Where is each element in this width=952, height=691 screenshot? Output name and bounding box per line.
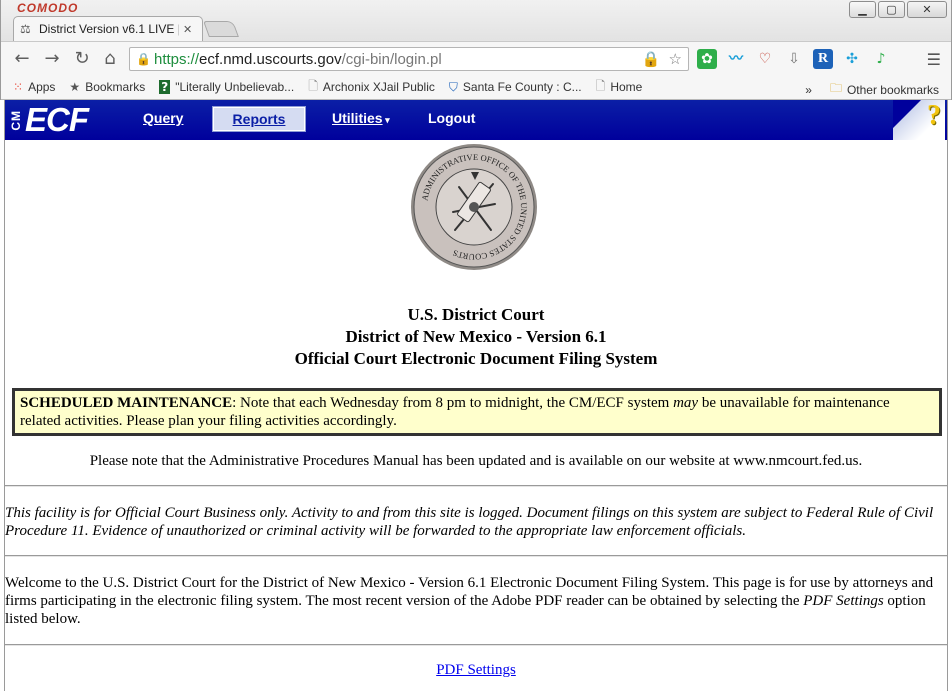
extension-wave-icon[interactable]: 〰 — [726, 49, 746, 69]
cm-ecf-logo: CM ECF — [9, 101, 89, 138]
minimize-button[interactable]: ▁ — [849, 1, 876, 18]
system-title: Official Court Electronic Document Filin… — [294, 349, 658, 368]
url-text: https://ecf.nmd.uscourts.gov/cgi-bin/log… — [154, 50, 442, 68]
reload-icon[interactable]: ↻ — [71, 48, 93, 70]
procedures-notice: Please note that the Administrative Proc… — [89, 453, 863, 469]
divider — [5, 555, 947, 557]
browser-tab-active[interactable]: ⚖ District Version v6.1 LIVE | ✕ — [13, 16, 203, 41]
title-bar: COMODO ▁ ▢ ✕ ⚖ District Version v6.1 LIV… — [1, 0, 951, 41]
window-controls: ▁ ▢ ✕ — [849, 1, 947, 18]
nav-reports[interactable]: Reports — [212, 106, 306, 132]
other-bookmarks[interactable]: 🗀 Other bookmarks — [830, 79, 939, 100]
bookmark-home[interactable]: 🗋 Home — [596, 77, 643, 98]
address-bar[interactable]: 🔒 https://ecf.nmd.uscourts.gov/cgi-bin/l… — [129, 47, 689, 71]
lock-icon: 🔒 — [136, 52, 151, 66]
divider — [5, 485, 947, 487]
download-extension-icon[interactable]: ⇩ — [784, 49, 804, 69]
ecf-header: CM ECF Query Reports Utilities ▾ Logout … — [5, 100, 947, 140]
court-name: U.S. District Court — [407, 305, 545, 324]
bookmark-santa-fe[interactable]: ⛉ Santa Fe County : C... — [449, 80, 582, 95]
apps-icon: ⁙ — [13, 80, 24, 94]
pdf-settings-row: PDF Settings — [5, 662, 947, 679]
extension-badge-icon[interactable]: ♪ — [871, 49, 891, 69]
bookmarks-overflow[interactable]: » — [805, 83, 812, 97]
close-tab-icon[interactable]: ✕ — [183, 23, 192, 36]
browser-menu-icon[interactable]: ☰ — [927, 50, 941, 69]
maintenance-heading: SCHEDULED MAINTENANCE — [20, 395, 233, 411]
bookmarks-bar: ⁙ Apps ★ Bookmarks ? "Literally Unbelievab.… — [1, 75, 951, 100]
court-seal: ADMINISTRATIVE OFFICE OF THE UNITED STAT… — [411, 144, 537, 270]
maintenance-notice: SCHEDULED MAINTENANCE: Note that each We… — [12, 388, 942, 436]
forward-icon[interactable]: → — [41, 48, 63, 70]
site-lock-icon[interactable]: 🔒 — [642, 50, 661, 68]
browser-chrome: COMODO ▁ ▢ ✕ ⚖ District Version v6.1 LIV… — [0, 0, 952, 100]
court-district: District of New Mexico - Version 6.1 — [345, 327, 607, 346]
page-icon: 🗋 — [595, 78, 606, 93]
tab-title: District Version v6.1 LIVE | — [39, 22, 179, 36]
close-window-button[interactable]: ✕ — [907, 1, 947, 18]
maximize-button[interactable]: ▢ — [878, 1, 905, 18]
home-icon[interactable]: ⌂ — [99, 48, 121, 70]
new-tab-button[interactable] — [203, 21, 239, 37]
pdf-settings-link[interactable]: PDF Settings — [436, 662, 516, 678]
extension-icons: ✿ 〰 ♡ ⇩ R ✣ ♪ — [697, 49, 891, 69]
extension-network-icon[interactable]: ✣ — [842, 49, 862, 69]
bookmark-apps[interactable]: ⁙ Apps — [13, 80, 55, 94]
bookmark-bookmarks[interactable]: ★ Bookmarks — [69, 80, 145, 94]
browser-brand: COMODO — [17, 1, 79, 15]
divider — [5, 644, 947, 646]
back-icon[interactable]: ← — [11, 48, 33, 70]
bookmark-star-icon[interactable]: ☆ — [669, 50, 682, 68]
scales-icon: ⚖ — [20, 22, 31, 36]
usage-disclaimer: This facility is for Official Court Busi… — [5, 505, 934, 539]
page-content: CM ECF Query Reports Utilities ▾ Logout … — [4, 100, 948, 691]
welcome-text: Welcome to the U.S. District Court for t… — [5, 575, 934, 627]
star-icon: ★ — [69, 80, 81, 94]
folder-icon: 🗀 — [829, 81, 842, 95]
omnibox-actions: 🔒 ☆ — [642, 50, 682, 68]
extension-heart-icon[interactable]: ♡ — [755, 49, 775, 69]
page-icon: 🗋 — [308, 78, 318, 93]
question-icon: ? — [159, 80, 171, 94]
browser-toolbar: ← → ↻ ⌂ 🔒 https://ecf.nmd.uscourts.gov/c… — [1, 41, 951, 75]
extension-green-icon[interactable]: ✿ — [697, 49, 717, 69]
bookmark-archonix[interactable]: 🗋 Archonix XJail Public — [308, 77, 435, 98]
extension-r-icon[interactable]: R — [813, 49, 833, 69]
bookmarks-right: » 🗀 Other bookmarks — [805, 79, 939, 100]
help-icon[interactable]: ? — [927, 100, 941, 132]
nav-logout[interactable]: Logout — [428, 110, 475, 126]
bookmark-literally[interactable]: ? "Literally Unbelievab... — [159, 80, 294, 94]
nav-utilities[interactable]: Utilities ▾ — [332, 110, 390, 126]
nav-query[interactable]: Query — [143, 110, 183, 126]
shield-icon: ⛉ — [448, 79, 458, 94]
